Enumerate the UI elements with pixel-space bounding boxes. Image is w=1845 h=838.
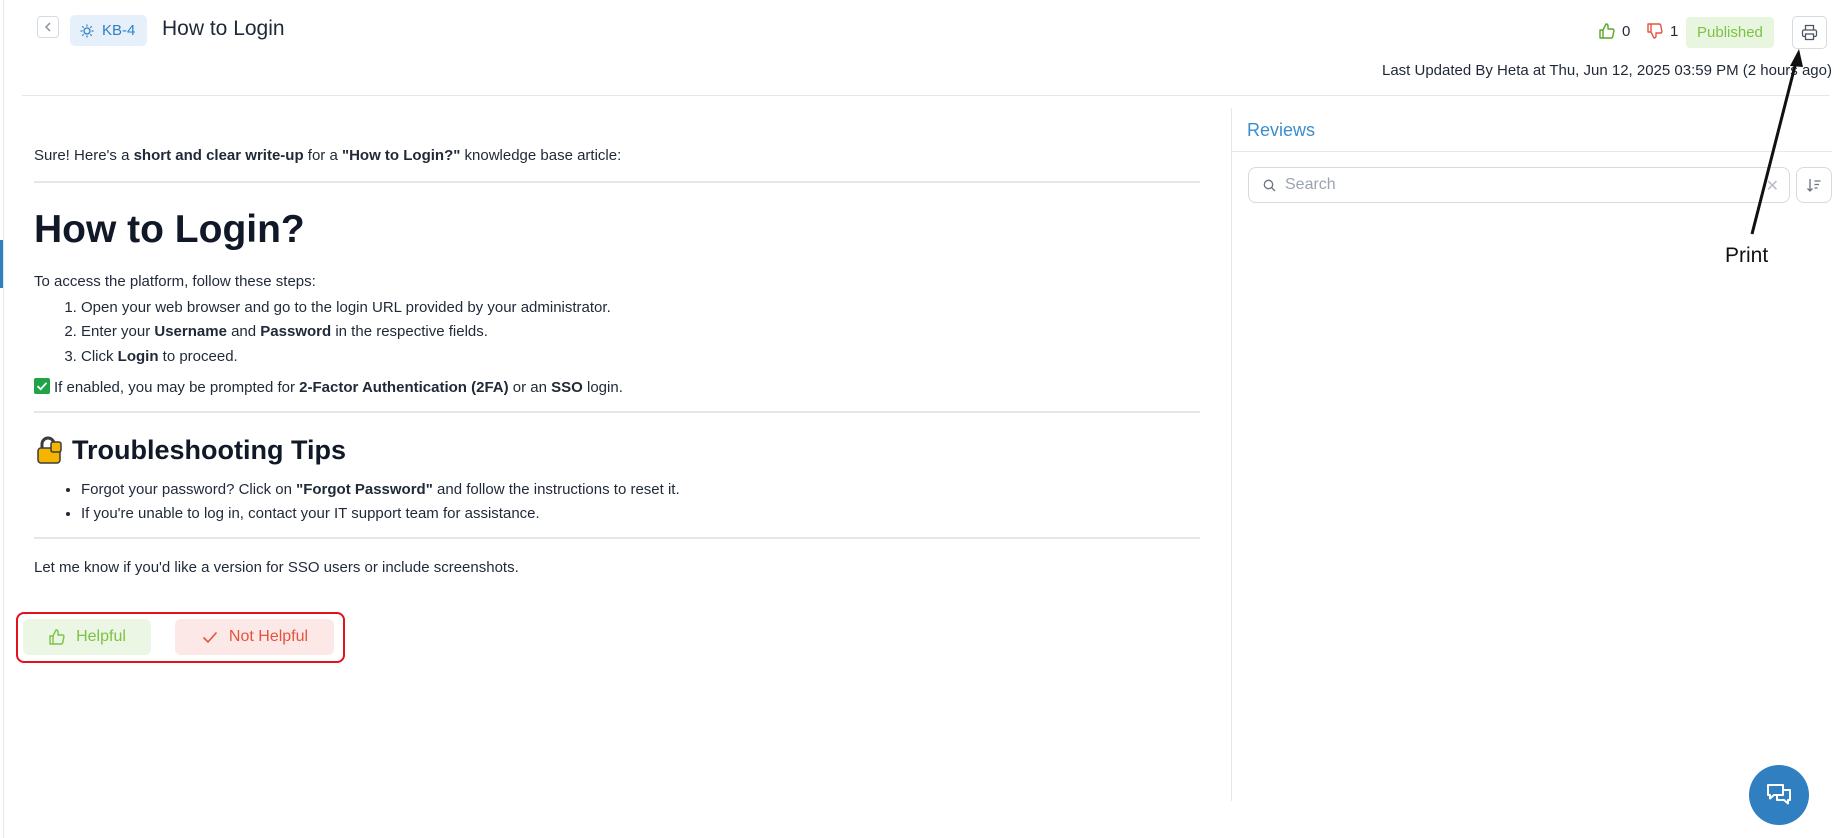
print-button[interactable] xyxy=(1792,16,1827,49)
chat-icon xyxy=(1767,784,1791,805)
reviews-title: Reviews xyxy=(1247,120,1316,140)
helpful-label: Helpful xyxy=(76,628,126,645)
reviews-divider xyxy=(1232,151,1832,152)
search-icon xyxy=(1263,179,1276,191)
header-divider xyxy=(22,95,1830,96)
thumbs-up-counter[interactable]: 0 xyxy=(1598,22,1630,40)
article-divider xyxy=(34,410,1200,413)
tips-heading: Troubleshooting Tips xyxy=(34,433,1200,468)
not-helpful-label: Not Helpful xyxy=(228,628,309,645)
intro-text-suffix: knowledge base article: xyxy=(460,147,622,164)
kb-id-badge: KB-4 xyxy=(70,15,148,46)
status-badge: Published xyxy=(1686,17,1774,48)
step-bold: Login xyxy=(117,347,159,365)
steps-list: Open your web browser and go to the logi… xyxy=(34,298,1200,367)
article-body: Sure! Here's a short and clear write-up … xyxy=(34,140,1200,577)
auth-note: If enabled, you may be prompted for 2-Fa… xyxy=(34,378,1200,398)
sort-button[interactable] xyxy=(1796,167,1832,203)
step-text: Open your web browser and go to the logi… xyxy=(81,298,611,316)
tip-bold: "Forgot Password" xyxy=(296,480,433,498)
not-helpful-button[interactable]: Not Helpful xyxy=(175,619,334,655)
step-text: to proceed. xyxy=(158,347,238,365)
list-item: If you're unable to log in, contact your… xyxy=(81,504,1200,524)
article-intro: Sure! Here's a short and clear write-up … xyxy=(34,146,1200,166)
step-bold: Username xyxy=(154,323,227,341)
note-bold-2fa: 2-Factor Authentication (2FA) xyxy=(299,379,509,397)
helpful-button[interactable]: Helpful xyxy=(23,619,151,655)
page-title: How to Login xyxy=(162,17,285,40)
tips-list: Forgot your password? Click on "Forgot P… xyxy=(34,480,1200,524)
chat-button[interactable] xyxy=(1749,765,1809,825)
check-icon xyxy=(34,378,50,395)
thumbs-up-count: 0 xyxy=(1622,22,1631,40)
reviews-search-input[interactable] xyxy=(1285,176,1755,194)
article-divider xyxy=(34,536,1200,539)
chevron-left-icon xyxy=(44,22,51,32)
article-heading: How to Login? xyxy=(34,207,305,251)
article-divider xyxy=(34,180,1200,183)
list-item: Enter your Username and Password in the … xyxy=(81,322,1200,342)
thumbs-down-count: 1 xyxy=(1670,22,1679,40)
left-accent-indicator xyxy=(0,240,3,288)
back-button[interactable] xyxy=(37,16,59,38)
print-annotation-label: Print xyxy=(1725,244,1769,267)
thumb-down-icon xyxy=(1647,23,1663,39)
intro-text-mid: for a xyxy=(303,147,342,164)
thumb-up-icon xyxy=(1599,23,1615,39)
step-text: in the respective fields. xyxy=(331,323,488,341)
note-text: or an xyxy=(508,379,552,397)
note-bold-sso: SSO xyxy=(551,379,583,397)
left-border xyxy=(3,0,4,838)
sort-icon xyxy=(1807,179,1821,192)
intro-text: Sure! Here's a xyxy=(34,147,134,164)
step-text: and xyxy=(226,323,261,341)
list-item: Click Login to proceed. xyxy=(81,347,1200,367)
step-bold: Password xyxy=(260,323,332,341)
last-updated-text: Last Updated By Heta at Thu, Jun 12, 202… xyxy=(1381,62,1832,79)
thumb-up-icon xyxy=(49,629,65,645)
note-text: login. xyxy=(582,379,623,397)
step-text: Enter your xyxy=(81,323,155,341)
list-item: Forgot your password? Click on "Forgot P… xyxy=(81,480,1200,500)
lock-icon xyxy=(37,436,62,464)
step-text: Click xyxy=(81,347,118,365)
tip-text: and follow the instructions to reset it. xyxy=(432,480,680,498)
close-icon[interactable]: ✕ xyxy=(1766,176,1779,196)
tip-text: If you're unable to log in, contact your… xyxy=(81,505,540,523)
closing-text: Let me know if you'd like a version for … xyxy=(34,558,519,576)
note-text: If enabled, you may be prompted for xyxy=(54,379,300,397)
thumbs-down-counter[interactable]: 1 xyxy=(1646,22,1678,40)
tip-text: Forgot your password? Click on xyxy=(81,480,297,498)
steps-intro: To access the platform, follow these ste… xyxy=(34,273,316,291)
kb-id: KB-4 xyxy=(102,22,136,39)
reviews-search-box[interactable]: ✕ xyxy=(1248,167,1790,203)
printer-icon xyxy=(1801,24,1818,41)
reviews-panel: Reviews ✕ xyxy=(1231,108,1832,801)
list-item: Open your web browser and go to the logi… xyxy=(81,298,1200,318)
check-icon xyxy=(202,631,218,644)
intro-bold-writeup: short and clear write-up xyxy=(133,147,304,164)
intro-bold-title: "How to Login?" xyxy=(341,147,461,164)
tips-heading-text: Troubleshooting Tips xyxy=(72,434,346,465)
lightbulb-icon xyxy=(80,24,94,37)
